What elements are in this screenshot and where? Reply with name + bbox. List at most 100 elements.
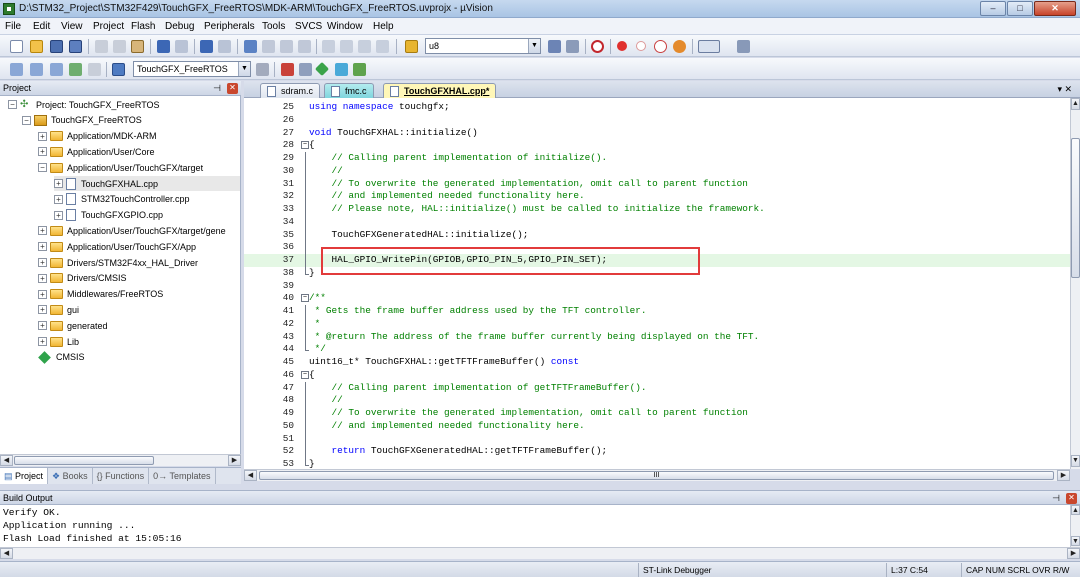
find-in-files-icon[interactable]	[405, 40, 418, 53]
undo-icon[interactable]	[157, 40, 170, 53]
download-icon[interactable]	[112, 63, 125, 76]
scroll-down-icon[interactable]: ▼	[1071, 455, 1080, 467]
target-options-icon[interactable]	[256, 63, 269, 76]
tab-project[interactable]: ▤ Project	[0, 468, 49, 484]
tree-item[interactable]: + STM32TouchController.cpp	[54, 192, 190, 207]
chevron-down-icon[interactable]: ▼	[528, 39, 540, 53]
pin-icon[interactable]: ⊣	[213, 83, 221, 94]
expand-icon[interactable]: +	[54, 210, 63, 220]
editor-vertical-scrollbar[interactable]: ▲ ▼	[1070, 98, 1080, 469]
stop-build-icon[interactable]	[88, 63, 101, 76]
tab-functions[interactable]: {} Functions	[93, 468, 150, 484]
output-vertical-scrollbar[interactable]: ▲ ▼	[1070, 505, 1080, 547]
fold-collapse-icon[interactable]: −	[301, 370, 309, 379]
menu-project[interactable]: Project	[93, 21, 124, 32]
build-output-text[interactable]: Verify OK. Application running ... Flash…	[0, 505, 1070, 547]
navigate-forward-icon[interactable]	[218, 40, 231, 53]
menu-flash[interactable]: Flash	[131, 21, 155, 32]
bookmark-icon[interactable]	[244, 40, 257, 53]
tree-item[interactable]: + Drivers/CMSIS	[38, 271, 127, 286]
next-bookmark-icon[interactable]	[280, 40, 293, 53]
select-packs-icon[interactable]	[335, 63, 348, 76]
tree-item[interactable]: − TouchGFX_FreeRTOS	[22, 113, 142, 128]
save-icon[interactable]	[50, 40, 63, 53]
tree-item[interactable]: + generated	[38, 318, 108, 333]
tree-item[interactable]: CMSIS	[38, 350, 85, 365]
expand-icon[interactable]: +	[38, 337, 47, 346]
open-folder-icon[interactable]	[30, 40, 43, 53]
indent-icon[interactable]	[322, 40, 335, 53]
disable-breakpoint-icon[interactable]	[636, 41, 646, 51]
pin-icon[interactable]: ⊣	[1052, 493, 1060, 504]
expand-icon[interactable]: +	[54, 179, 63, 188]
breakpoint-icon[interactable]	[617, 41, 627, 51]
uncomment-icon[interactable]	[376, 40, 389, 53]
expand-icon[interactable]: +	[38, 147, 47, 157]
scroll-up-icon[interactable]: ▲	[1071, 98, 1080, 110]
manage-project-icon[interactable]	[299, 63, 312, 76]
expand-icon[interactable]: +	[38, 226, 47, 236]
pack-installer-icon[interactable]	[353, 63, 366, 76]
disable-all-breakpoints-icon[interactable]	[673, 40, 686, 53]
collapse-icon[interactable]: −	[8, 100, 17, 109]
clear-bookmarks-icon[interactable]	[298, 40, 311, 53]
tab-templates[interactable]: 0→ Templates	[149, 468, 216, 484]
tab-fmc-c[interactable]: fmc.c	[324, 83, 374, 98]
redo-icon[interactable]	[175, 40, 188, 53]
minimize-button[interactable]: ‒	[980, 1, 1006, 16]
tree-item[interactable]: + gui	[38, 302, 79, 317]
scroll-right-icon[interactable]: ▶	[1057, 470, 1070, 481]
tab-books[interactable]: ❖ Books	[48, 468, 93, 484]
tree-item[interactable]: + Application/MDK-ARM	[38, 129, 157, 144]
rebuild-icon[interactable]	[50, 63, 63, 76]
editor-horizontal-scrollbar[interactable]: ◀ III ▶	[244, 469, 1070, 481]
menu-tools[interactable]: Tools	[262, 21, 285, 32]
code-editor[interactable]: 25 using namespace touchgfx; 26 27 void Touc…	[244, 98, 1070, 469]
find-combo[interactable]: u8 ▼	[425, 38, 541, 54]
scroll-down-icon[interactable]: ▼	[1071, 536, 1080, 546]
target-combo[interactable]: TouchGFX_FreeRTOS ▼	[133, 61, 251, 77]
menu-peripherals[interactable]: Peripherals	[204, 21, 255, 32]
fold-collapse-icon[interactable]: −	[301, 141, 309, 150]
scroll-thumb[interactable]	[1071, 138, 1080, 278]
file-extensions-icon[interactable]	[281, 63, 294, 76]
scroll-thumb[interactable]	[14, 456, 154, 465]
copy-icon[interactable]	[113, 40, 126, 53]
scroll-left-icon[interactable]: ◀	[244, 470, 257, 481]
scroll-thumb[interactable]: III	[259, 471, 1054, 480]
cut-icon[interactable]	[95, 40, 108, 53]
prev-bookmark-icon[interactable]	[262, 40, 275, 53]
tree-item[interactable]: + Application/User/TouchGFX/target/gene	[38, 223, 226, 238]
tree-item[interactable]: − ✣ Project: TouchGFX_FreeRTOS	[8, 97, 160, 112]
tree-item[interactable]: + Application/User/TouchGFX/App	[38, 239, 196, 254]
menu-debug[interactable]: Debug	[165, 21, 194, 32]
tree-item[interactable]: + Application/User/Core	[38, 144, 155, 159]
save-all-icon[interactable]	[69, 40, 82, 53]
menu-help[interactable]: Help	[373, 21, 394, 32]
expand-icon[interactable]: +	[38, 242, 47, 252]
tree-item[interactable]: + Lib	[38, 334, 79, 349]
tree-item[interactable]: + Drivers/STM32F4xx_HAL_Driver	[38, 255, 198, 270]
paste-icon[interactable]	[131, 40, 144, 53]
chevron-down-icon[interactable]: ▼	[238, 62, 250, 76]
kill-breakpoints-icon[interactable]	[654, 40, 667, 53]
expand-icon[interactable]: +	[54, 194, 63, 204]
collapse-icon[interactable]: −	[22, 115, 31, 125]
scroll-up-icon[interactable]: ▲	[1071, 505, 1080, 515]
tab-touchgfxhal-cpp[interactable]: TouchGFXHAL.cpp*	[383, 83, 497, 98]
output-horizontal-scrollbar[interactable]: ◀ ▶	[0, 547, 1080, 559]
menu-window[interactable]: Window	[327, 21, 363, 32]
build-icon[interactable]	[30, 63, 43, 76]
configure-wrench-icon[interactable]	[737, 40, 750, 53]
translate-icon[interactable]	[10, 63, 23, 76]
scroll-left-icon[interactable]: ◀	[0, 548, 13, 559]
expand-icon[interactable]: +	[38, 305, 47, 315]
unindent-icon[interactable]	[340, 40, 353, 53]
tree-item[interactable]: + TouchGFXHAL.cpp	[54, 176, 240, 191]
manage-rte-icon[interactable]	[314, 61, 330, 77]
tree-item[interactable]: − Application/User/TouchGFX/target	[38, 160, 203, 175]
menu-edit[interactable]: Edit	[33, 21, 50, 32]
new-file-icon[interactable]	[10, 40, 23, 53]
tab-sdram-c[interactable]: sdram.c	[260, 83, 321, 98]
tree-item[interactable]: + TouchGFXGPIO.cpp	[54, 208, 163, 223]
